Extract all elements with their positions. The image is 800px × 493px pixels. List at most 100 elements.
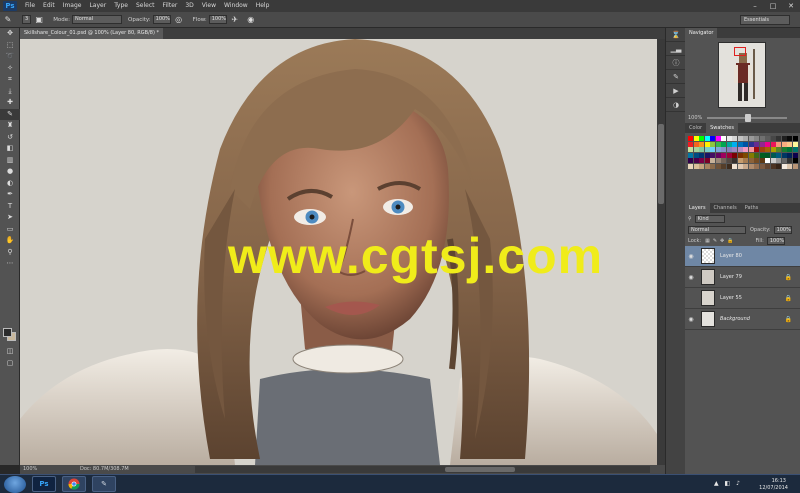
menu-help[interactable]: Help	[252, 0, 274, 12]
mode-select[interactable]: Normal	[72, 15, 123, 24]
tab-navigator[interactable]: Navigator	[685, 28, 718, 38]
taskbar-chrome-icon[interactable]	[62, 476, 86, 492]
opacity-input[interactable]: 100%	[152, 15, 171, 24]
color-swatch[interactable]	[792, 147, 798, 152]
layer-row[interactable]: ◉ Background 🔒	[685, 309, 800, 330]
color-swatch[interactable]	[726, 163, 732, 169]
color-swatch[interactable]	[732, 141, 737, 147]
lock-position-icon[interactable]: ✥	[720, 238, 724, 244]
layer-row[interactable]: ◉ Layer 80	[685, 246, 800, 267]
color-swatch[interactable]	[726, 158, 732, 163]
color-swatch[interactable]	[776, 163, 781, 169]
blend-mode-select[interactable]: Normal	[688, 225, 746, 234]
visibility-eye-icon[interactable]: ◉	[685, 274, 697, 281]
color-swatch[interactable]	[781, 163, 787, 169]
color-swatch[interactable]	[743, 152, 748, 158]
color-swatch[interactable]	[737, 158, 743, 163]
color-swatch[interactable]	[699, 136, 704, 141]
color-swatch[interactable]	[754, 163, 759, 169]
actions-panel-icon[interactable]: ▶	[666, 84, 686, 98]
color-swatch[interactable]	[781, 141, 787, 147]
brush-presets-panel-icon[interactable]: ✎	[666, 70, 686, 84]
color-swatch[interactable]	[688, 158, 693, 163]
color-swatch[interactable]	[693, 163, 699, 169]
color-swatch[interactable]	[765, 158, 770, 163]
color-swatch[interactable]	[776, 147, 781, 152]
move-tool-icon[interactable]: ✥	[0, 28, 20, 40]
brush-tool-preset-icon[interactable]: ✎	[2, 14, 14, 26]
color-swatch[interactable]	[726, 136, 732, 141]
tab-swatches[interactable]: Swatches	[706, 123, 738, 133]
color-swatch[interactable]	[704, 141, 710, 147]
visibility-eye-icon[interactable]: ◉	[685, 253, 697, 260]
airbrush-icon[interactable]: ✈	[229, 14, 241, 26]
color-swatch[interactable]	[726, 152, 732, 158]
dodge-tool-icon[interactable]: ◐	[0, 178, 20, 190]
color-swatch[interactable]	[787, 158, 792, 163]
color-swatch[interactable]	[688, 141, 693, 147]
color-swatch[interactable]	[704, 158, 710, 163]
clone-stamp-tool-icon[interactable]: ♜	[0, 120, 20, 132]
color-swatch[interactable]	[781, 147, 787, 152]
color-swatch[interactable]	[765, 163, 770, 169]
navigator-thumbnail[interactable]	[718, 42, 766, 108]
color-swatch[interactable]	[765, 147, 770, 152]
color-swatch[interactable]	[759, 158, 765, 163]
color-swatch[interactable]	[759, 152, 765, 158]
shape-tool-icon[interactable]: ▭	[0, 224, 20, 236]
color-swatch[interactable]	[759, 147, 765, 152]
color-swatch[interactable]	[732, 163, 737, 169]
color-swatch[interactable]	[721, 147, 726, 152]
layer-name[interactable]: Layer 79	[720, 274, 742, 280]
document-tab[interactable]: Skillshare_Colour_01.psd @ 100% (Layer 8…	[20, 28, 163, 39]
color-swatch[interactable]	[715, 141, 721, 147]
color-swatch[interactable]	[748, 136, 754, 141]
flow-input[interactable]: 100%	[208, 15, 227, 24]
color-swatch[interactable]	[792, 136, 798, 141]
color-swatch[interactable]	[693, 141, 699, 147]
foreground-color-swatch[interactable]	[3, 328, 12, 337]
color-swatch[interactable]	[710, 141, 715, 147]
color-swatch[interactable]	[710, 163, 715, 169]
menu-filter[interactable]: Filter	[159, 0, 182, 12]
color-swatch[interactable]	[699, 152, 704, 158]
color-swatch[interactable]	[693, 152, 699, 158]
adjustments-panel-icon[interactable]: ◑	[666, 98, 686, 112]
color-swatch[interactable]	[699, 141, 704, 147]
quick-select-tool-icon[interactable]: ✧	[0, 63, 20, 75]
color-swatch[interactable]	[737, 163, 743, 169]
menu-view[interactable]: View	[198, 0, 220, 12]
horizontal-scrollbar-thumb[interactable]	[445, 467, 515, 472]
color-swatch[interactable]	[754, 147, 759, 152]
color-swatch[interactable]	[721, 141, 726, 147]
color-swatch[interactable]	[715, 158, 721, 163]
layer-name[interactable]: Layer 80	[720, 253, 742, 259]
color-swatch[interactable]	[721, 158, 726, 163]
color-swatch[interactable]	[704, 152, 710, 158]
color-swatch[interactable]	[770, 147, 776, 152]
color-swatch[interactable]	[754, 141, 759, 147]
color-swatch[interactable]	[792, 158, 798, 163]
color-swatch[interactable]	[732, 136, 737, 141]
healing-brush-tool-icon[interactable]: ✚	[0, 97, 20, 109]
color-swatch[interactable]	[693, 136, 699, 141]
layer-row[interactable]: ◉ Layer 55 🔒	[685, 288, 800, 309]
tray-icons[interactable]: ▲ ◧ ♪	[714, 480, 742, 487]
color-swatch[interactable]	[781, 158, 787, 163]
layer-opacity-input[interactable]: 100%	[773, 225, 792, 234]
minimize-button[interactable]: –	[746, 0, 764, 12]
color-swatch[interactable]	[748, 147, 754, 152]
color-swatch[interactable]	[759, 141, 765, 147]
color-swatch[interactable]	[737, 141, 743, 147]
color-swatch[interactable]	[699, 158, 704, 163]
blur-tool-icon[interactable]: ●	[0, 166, 20, 178]
taskbar-app-icon[interactable]: ✎	[92, 476, 116, 492]
pen-tool-icon[interactable]: ✒	[0, 189, 20, 201]
eyedropper-tool-icon[interactable]: ⤓	[0, 86, 20, 98]
color-swatch[interactable]	[776, 141, 781, 147]
color-swatch[interactable]	[787, 147, 792, 152]
color-swatch[interactable]	[776, 158, 781, 163]
layer-fill-input[interactable]: 100%	[766, 236, 785, 245]
color-swatch[interactable]	[754, 158, 759, 163]
workspace-switcher[interactable]: Essentials	[740, 15, 790, 25]
